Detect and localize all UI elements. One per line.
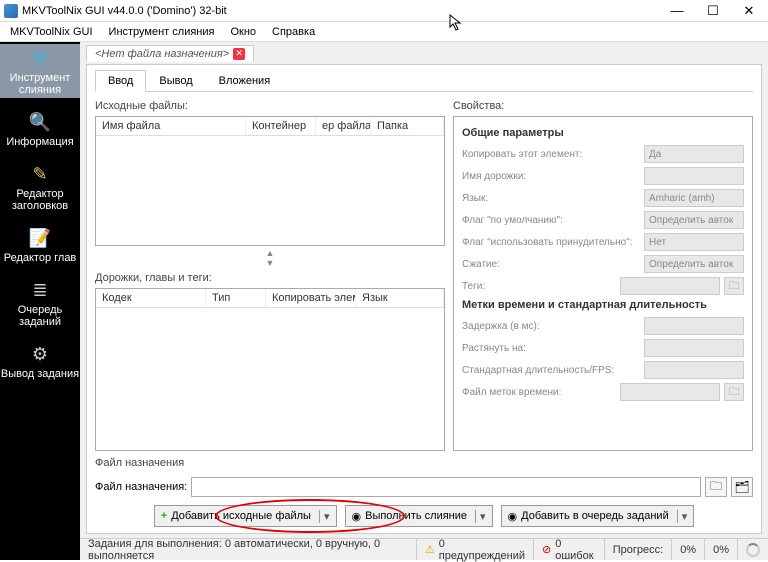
- status-errors: ⊘0 ошибок: [534, 539, 605, 560]
- prop-stretch[interactable]: [644, 339, 744, 357]
- source-files-list[interactable]: Имя файла Контейнер ер файла Папка: [95, 116, 445, 246]
- menu-bar: MKVToolNix GUI Инструмент слияния Окно С…: [0, 22, 768, 42]
- add-source-button[interactable]: +Добавить исходные файлы▾: [154, 505, 337, 527]
- notepad-icon: 📝: [26, 226, 54, 250]
- status-p1: 0%: [672, 539, 705, 560]
- run-merge-button[interactable]: ◉Выполнить слияние▾: [345, 505, 493, 527]
- group-general: Общие параметры: [462, 127, 744, 139]
- prop-trackname[interactable]: [644, 167, 744, 185]
- prop-tags[interactable]: [620, 277, 720, 295]
- prop-default-flag[interactable]: Определить авток: [644, 211, 744, 229]
- spinner-icon: [746, 543, 760, 557]
- gear-icon: ⚙: [26, 342, 54, 366]
- source-files-label: Исходные файлы:: [95, 100, 445, 112]
- close-tab-icon[interactable]: ✕: [233, 48, 245, 60]
- status-p2: 0%: [705, 539, 738, 560]
- dest-label: Файл назначения:: [95, 481, 187, 493]
- sidebar-item-header-editor[interactable]: ✎ Редактор заголовков: [0, 160, 80, 214]
- close-button[interactable]: ✕: [740, 4, 758, 17]
- sidebar-item-job-output[interactable]: ⚙ Вывод задания: [0, 340, 80, 382]
- prop-forced-flag[interactable]: Нет: [644, 233, 744, 251]
- tracks-list[interactable]: Кодек Тип Копировать элем Язык: [95, 288, 445, 451]
- list-icon: ≣: [26, 278, 54, 302]
- status-warnings: ⚠0 предупреждений: [417, 539, 534, 560]
- sidebar: ⚒ Инструмент слияния 🔍 Информация ✎ Реда…: [0, 42, 80, 560]
- app-icon: [4, 4, 18, 18]
- prop-compression[interactable]: Определить авток: [644, 255, 744, 273]
- tracks-label: Дорожки, главы и теги:: [95, 272, 445, 284]
- properties-panel: Общие параметры Копировать этот элемент:…: [453, 116, 753, 451]
- prop-copy[interactable]: Да: [644, 145, 744, 163]
- browse-dest-button[interactable]: 🗀: [705, 477, 727, 497]
- prop-language[interactable]: Amharic (amh): [644, 189, 744, 207]
- status-jobs: Задания для выполнения: 0 автоматически,…: [80, 539, 417, 560]
- group-timestamps: Метки времени и стандартная длительность: [462, 299, 744, 311]
- status-progress: Прогресс:: [605, 539, 672, 560]
- minimize-button[interactable]: —: [668, 4, 686, 17]
- chevron-down-icon[interactable]: ▾: [319, 510, 330, 523]
- tab-input[interactable]: Ввод: [95, 70, 146, 92]
- wrench-icon: ⚒: [26, 46, 54, 70]
- tab-attachments[interactable]: Вложения: [206, 70, 284, 92]
- prop-delay[interactable]: [644, 317, 744, 335]
- browse-tags-icon[interactable]: 🗀: [724, 277, 744, 295]
- chevron-down-icon[interactable]: ▾: [475, 510, 486, 523]
- pencil-icon: ✎: [26, 162, 54, 186]
- sidebar-item-chapter-editor[interactable]: 📝 Редактор глав: [0, 224, 80, 266]
- splitter[interactable]: ▲▼: [95, 246, 445, 270]
- dest-section: Файл назначения: [95, 457, 753, 469]
- file-tab[interactable]: <Нет файла назначения> ✕: [86, 45, 254, 62]
- menu-help[interactable]: Справка: [266, 24, 321, 40]
- window-title: MKVToolNix GUI v44.0.0 ('Domino') 32-bit: [22, 5, 668, 17]
- properties-label: Свойства:: [453, 100, 753, 112]
- sidebar-item-info[interactable]: 🔍 Информация: [0, 108, 80, 150]
- browse-tcfile-icon[interactable]: 🗀: [724, 383, 744, 401]
- add-to-queue-button[interactable]: ◉Добавить в очередь заданий▾: [501, 505, 695, 527]
- tab-output[interactable]: Вывод: [146, 70, 205, 92]
- recent-dest-button[interactable]: 🗂: [731, 477, 753, 497]
- dest-input[interactable]: [191, 477, 701, 497]
- status-bar: Задания для выполнения: 0 автоматически,…: [80, 538, 768, 560]
- menu-window[interactable]: Окно: [224, 24, 262, 40]
- sidebar-item-job-queue[interactable]: ≣ Очередь заданий: [0, 276, 80, 330]
- sidebar-item-merge[interactable]: ⚒ Инструмент слияния: [0, 44, 80, 98]
- prop-fps[interactable]: [644, 361, 744, 379]
- maximize-button[interactable]: ☐: [704, 4, 722, 17]
- menu-merge[interactable]: Инструмент слияния: [103, 24, 221, 40]
- menu-mkvtoolnix[interactable]: MKVToolNix GUI: [4, 24, 99, 40]
- magnifier-icon: 🔍: [26, 110, 54, 134]
- prop-tcfile[interactable]: [620, 383, 720, 401]
- chevron-down-icon[interactable]: ▾: [677, 510, 688, 523]
